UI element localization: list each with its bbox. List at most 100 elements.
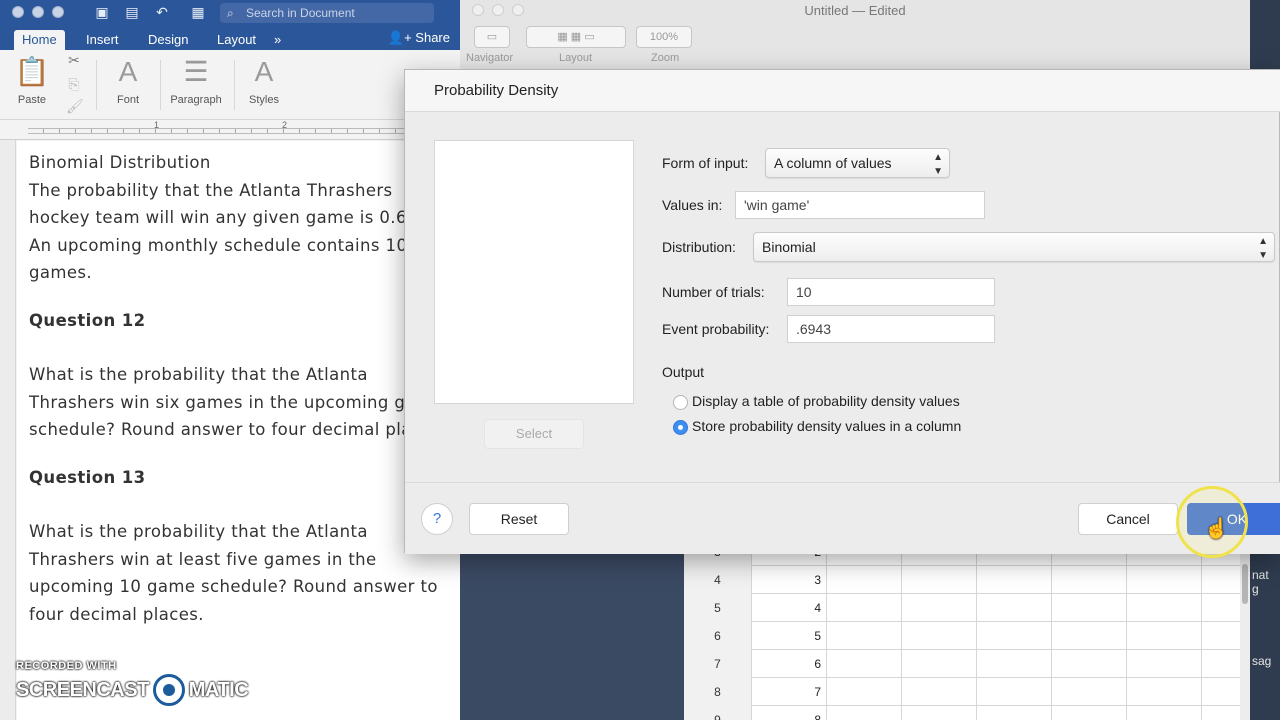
- layout-icon: ▦ ▦ ▭: [557, 31, 595, 43]
- distribution-select[interactable]: Binomial ▲ ▼: [753, 232, 1275, 262]
- table-cell[interactable]: [902, 594, 977, 622]
- select-button[interactable]: Select: [484, 419, 584, 449]
- search-input[interactable]: ⌕ Search in Document: [220, 3, 434, 23]
- table-cell[interactable]: [902, 566, 977, 594]
- table-row[interactable]: 7 6: [684, 650, 1240, 678]
- navigator-label: Navigator: [466, 52, 514, 64]
- table-cell[interactable]: [1127, 566, 1202, 594]
- table-cell[interactable]: [977, 678, 1052, 706]
- variable-list[interactable]: [434, 140, 634, 404]
- table-cell[interactable]: [1052, 566, 1127, 594]
- table-cell[interactable]: [902, 706, 977, 720]
- layout-button[interactable]: ▦ ▦ ▭: [526, 26, 626, 48]
- tab-layout[interactable]: Layout: [209, 30, 264, 50]
- table-cell[interactable]: [827, 650, 902, 678]
- share-button[interactable]: 👤+ Share: [388, 28, 450, 48]
- tabs-overflow-icon[interactable]: »: [266, 30, 289, 50]
- table-cell[interactable]: [1052, 706, 1127, 720]
- table-row[interactable]: 9 8: [684, 706, 1240, 720]
- table-cell[interactable]: [1127, 650, 1202, 678]
- help-button[interactable]: ?: [421, 503, 453, 535]
- form-of-input-select[interactable]: A column of values ▲ ▼: [765, 148, 950, 178]
- horizontal-ruler[interactable]: 1 2: [0, 120, 460, 140]
- close-window-icon[interactable]: [12, 6, 24, 18]
- table-cell[interactable]: [977, 622, 1052, 650]
- vertical-scrollbar[interactable]: [1240, 552, 1250, 720]
- tab-design[interactable]: Design: [140, 30, 196, 50]
- table-cell[interactable]: [827, 622, 902, 650]
- values-in-field[interactable]: 'win game': [735, 191, 985, 219]
- table-cell[interactable]: [827, 594, 902, 622]
- table-cell[interactable]: [1127, 594, 1202, 622]
- font-button[interactable]: A Font: [106, 56, 150, 106]
- zoom-select[interactable]: 100%: [636, 26, 692, 48]
- cancel-button[interactable]: Cancel: [1078, 503, 1178, 535]
- table-cell[interactable]: 7: [752, 678, 827, 706]
- ribbon-tabs: Home Insert Design Layout » 👤+ Share: [0, 26, 460, 50]
- paragraph-button[interactable]: ☰ Paragraph: [168, 56, 224, 106]
- display-table-label[interactable]: Display a table of probability density v…: [692, 393, 960, 409]
- table-row[interactable]: 5 4: [684, 594, 1240, 622]
- table-row[interactable]: 6 5: [684, 622, 1240, 650]
- styles-button[interactable]: A Styles: [244, 56, 284, 106]
- table-cell[interactable]: [977, 706, 1052, 720]
- zoom-window-icon[interactable]: [52, 6, 64, 18]
- format-painter-icon[interactable]: 🖌: [66, 98, 84, 114]
- table-cell[interactable]: [1052, 594, 1127, 622]
- table-cell[interactable]: [1052, 622, 1127, 650]
- table-cell[interactable]: [902, 622, 977, 650]
- styles-icon: A: [254, 56, 274, 87]
- table-cell[interactable]: [902, 650, 977, 678]
- table-cell[interactable]: [827, 678, 902, 706]
- watermark-top-text: RECORDED WITH: [16, 660, 117, 672]
- screencast-logo-icon: [152, 674, 185, 706]
- table-cell[interactable]: [827, 566, 902, 594]
- document-page[interactable]: Binomial Distribution The probability th…: [17, 141, 460, 720]
- sidebar-toggle-icon[interactable]: ▣: [94, 4, 110, 20]
- copy-icon[interactable]: ⎘: [66, 76, 82, 92]
- form-of-input-value: A column of values: [774, 155, 892, 171]
- table-cell[interactable]: [1127, 706, 1202, 720]
- table-cell[interactable]: [827, 706, 902, 720]
- navigator-button[interactable]: ▭: [474, 26, 510, 48]
- output-label: Output: [662, 364, 705, 380]
- table-cell[interactable]: 6: [752, 650, 827, 678]
- store-column-label[interactable]: Store probability density values in a co…: [692, 418, 961, 434]
- cut-icon[interactable]: ✂: [66, 52, 82, 68]
- table-cell[interactable]: [1127, 678, 1202, 706]
- table-cell[interactable]: 8: [752, 706, 827, 720]
- table-cell[interactable]: [1052, 650, 1127, 678]
- minimize-window-icon[interactable]: [32, 6, 44, 18]
- save-icon[interactable]: ▤: [124, 4, 140, 20]
- styles-label: Styles: [249, 94, 279, 106]
- table-cell[interactable]: [902, 678, 977, 706]
- reset-button[interactable]: Reset: [469, 503, 569, 535]
- layout-label: Layout: [559, 52, 593, 64]
- table-cell[interactable]: 4: [752, 594, 827, 622]
- table-cell[interactable]: [977, 594, 1052, 622]
- display-table-radio[interactable]: [673, 395, 688, 410]
- table-cell[interactable]: [977, 650, 1052, 678]
- event-probability-field[interactable]: .6943: [787, 315, 995, 343]
- question-12-text: What is the probability that the Atlanta…: [29, 365, 446, 439]
- tab-insert[interactable]: Insert: [78, 30, 127, 50]
- table-row[interactable]: 8 7: [684, 678, 1240, 706]
- table-cell[interactable]: 3: [752, 566, 827, 594]
- table-cell[interactable]: [977, 566, 1052, 594]
- trials-field[interactable]: 10: [787, 278, 995, 306]
- paste-label: Paste: [17, 94, 47, 106]
- table-cell[interactable]: [1127, 622, 1202, 650]
- table-row[interactable]: 4 3: [684, 566, 1240, 594]
- document-heading: Binomial Distribution: [29, 153, 211, 172]
- tab-home[interactable]: Home: [14, 30, 65, 50]
- table-cell[interactable]: [1052, 678, 1127, 706]
- spreadsheet-table[interactable]: 3 2 4 3 5 4 6 5: [684, 538, 1240, 720]
- question-12-title: Question 12: [29, 310, 146, 330]
- side-panel-text: sag: [1252, 654, 1272, 668]
- table-cell[interactable]: 5: [752, 622, 827, 650]
- paste-button[interactable]: 📋 Paste: [14, 56, 50, 106]
- undo-icon[interactable]: ↶: [154, 4, 170, 20]
- store-column-radio[interactable]: [673, 420, 688, 435]
- scrollbar-thumb[interactable]: [1242, 564, 1248, 604]
- document-icon[interactable]: ▦: [190, 4, 206, 20]
